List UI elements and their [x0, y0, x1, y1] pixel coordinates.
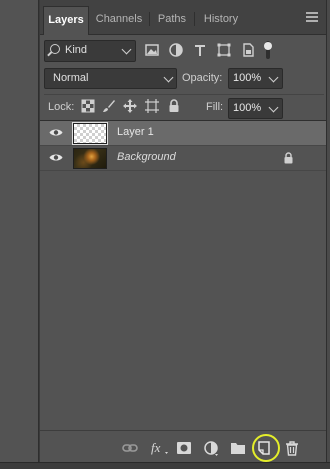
image-filter-icon[interactable]: [144, 42, 160, 58]
layers-list: Layer 1 Background: [40, 120, 327, 431]
fill-label: Fill:: [206, 101, 224, 113]
adjustment-layer-icon[interactable]: [203, 440, 219, 456]
opacity-label: Opacity:: [182, 72, 223, 84]
type-filter-icon[interactable]: [192, 42, 208, 58]
lock-artboard-icon[interactable]: [145, 99, 159, 113]
panel-menu-icon[interactable]: [306, 12, 318, 22]
chevron-down-icon[interactable]: [268, 102, 279, 113]
svg-text:fx: fx: [151, 440, 161, 455]
blend-row: Normal Opacity: 100%: [44, 68, 324, 90]
tab-history[interactable]: History: [197, 6, 245, 34]
visibility-eye-icon[interactable]: [49, 128, 63, 137]
chevron-down-icon[interactable]: [268, 72, 279, 83]
tab-paths[interactable]: Paths: [152, 6, 192, 34]
tab-channels[interactable]: Channels: [91, 6, 147, 34]
smart-object-filter-icon[interactable]: [240, 42, 256, 58]
layer-lock-icon[interactable]: [283, 152, 294, 164]
right-scroll-edge: [326, 0, 330, 468]
left-dock-gutter: [0, 0, 39, 468]
lock-row: Lock: Fill: 100%: [44, 94, 324, 119]
fx-icon[interactable]: fx: [150, 440, 170, 456]
layer-filter-row: Kind: [44, 40, 324, 62]
layers-footer-toolbar: fx: [40, 430, 327, 463]
lock-position-icon[interactable]: [123, 99, 137, 113]
chevron-down-icon: [121, 44, 132, 55]
search-icon: [50, 44, 60, 54]
layers-panel: Layers Channels Paths History Kind Norma…: [39, 0, 327, 463]
blend-mode-value: Normal: [53, 72, 89, 84]
chevron-down-icon: [163, 72, 174, 83]
filter-kind-label: Kind: [65, 44, 88, 56]
tab-divider: [194, 12, 195, 26]
adjustment-filter-icon[interactable]: [168, 42, 184, 58]
filter-toggle-icon[interactable]: [262, 40, 274, 60]
fill-value: 100%: [233, 102, 262, 114]
panel-tab-bar: Layers Channels Paths History: [40, 0, 327, 35]
opacity-field[interactable]: 100%: [228, 68, 283, 89]
tab-layers[interactable]: Layers: [43, 6, 89, 35]
new-group-icon[interactable]: [230, 440, 246, 456]
filter-kind-dropdown[interactable]: Kind: [44, 40, 136, 62]
layer-row-layer-1[interactable]: Layer 1: [40, 121, 327, 146]
new-layer-icon[interactable]: [256, 440, 272, 456]
lock-image-pixels-icon[interactable]: [102, 99, 116, 113]
layer-name[interactable]: Background: [117, 151, 176, 163]
lock-label: Lock:: [48, 101, 75, 113]
lock-all-icon[interactable]: [167, 99, 181, 113]
layer-thumbnail: [73, 148, 107, 169]
blend-mode-dropdown[interactable]: Normal: [44, 68, 177, 89]
link-layers-icon[interactable]: [122, 440, 138, 456]
layer-row-background[interactable]: Background: [40, 146, 327, 171]
layer-name[interactable]: Layer 1: [117, 126, 154, 138]
tab-divider: [149, 12, 150, 26]
visibility-eye-icon[interactable]: [49, 153, 63, 162]
shape-filter-icon[interactable]: [216, 42, 232, 58]
fill-field[interactable]: 100%: [228, 98, 283, 119]
lock-transparent-pixels-icon[interactable]: [81, 99, 95, 113]
layer-thumbnail: [72, 122, 108, 145]
add-mask-icon[interactable]: [176, 440, 192, 456]
opacity-value: 100%: [233, 72, 262, 84]
delete-layer-icon[interactable]: [284, 440, 300, 456]
